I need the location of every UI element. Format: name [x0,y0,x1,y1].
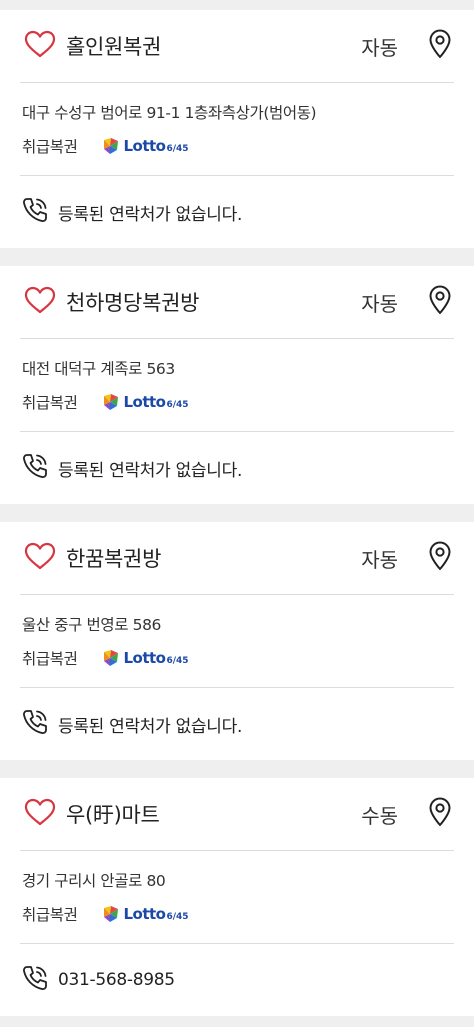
phone-icon [20,707,58,741]
store-info: 울산 중구 번영로 586 취급복권 Lotto 6/45 [0,595,474,687]
store-mode: 자동 [361,35,398,60]
store-header: 우(旴)마트 수동 [0,778,474,850]
map-pin-icon[interactable] [428,541,452,575]
store-address: 경기 구리시 안골로 80 [22,872,166,890]
store-name: 홀인원복권 [66,35,162,59]
store-list: 홀인원복권 자동 대구 수성구 범어로 91-1 1층좌측상가(범어동) 취급복… [0,10,474,1016]
store-mode: 수동 [361,803,398,828]
store-card: 천하명당복권방 자동 대전 대덕구 계족로 563 취급복권 Lotto 6/45… [0,266,474,504]
heart-icon[interactable] [24,286,66,318]
store-name: 천하명당복권방 [66,291,200,315]
lottery-type-row: 취급복권 Lotto 6/45 [22,390,452,414]
heart-icon[interactable] [24,30,66,62]
lotto-number: 6/45 [166,144,189,154]
phone-icon [20,963,58,997]
contact-text: 031-568-8985 [58,970,175,990]
store-card: 한꿈복권방 자동 울산 중구 번영로 586 취급복권 Lotto 6/45 등록… [0,522,474,760]
map-pin-icon[interactable] [428,29,452,63]
heart-icon[interactable] [24,798,66,830]
lotto-logo: Lotto 6/45 [101,904,189,924]
store-card: 우(旴)마트 수동 경기 구리시 안골로 80 취급복권 Lotto 6/45 0… [0,778,474,1016]
lotto-word: Lotto [123,649,166,667]
lottery-type-label: 취급복권 [22,650,78,668]
lotto-word: Lotto [123,393,166,411]
store-header: 홀인원복권 자동 [0,10,474,82]
store-address: 울산 중구 번영로 586 [22,616,161,634]
lottery-type-row: 취급복권 Lotto 6/45 [22,134,452,158]
store-mode: 자동 [361,291,398,316]
store-contact[interactable]: 등록된 연락처가 없습니다. [0,432,474,504]
contact-text: 등록된 연락처가 없습니다. [58,460,243,481]
lottery-type-row: 취급복권 Lotto 6/45 [22,902,452,926]
lotto-number: 6/45 [166,656,189,666]
store-header: 천하명당복권방 자동 [0,266,474,338]
store-name: 우(旴)마트 [66,803,160,827]
lotto-number: 6/45 [166,400,189,410]
contact-text: 등록된 연락처가 없습니다. [58,716,243,737]
heart-icon[interactable] [24,542,66,574]
store-info: 대전 대덕구 계족로 563 취급복권 Lotto 6/45 [0,339,474,431]
lottery-type-label: 취급복권 [22,138,78,156]
lottery-type-row: 취급복권 Lotto 6/45 [22,646,452,670]
lottery-type-label: 취급복권 [22,394,78,412]
contact-text: 등록된 연락처가 없습니다. [58,204,243,225]
map-pin-icon[interactable] [428,797,452,831]
lotto-logo: Lotto 6/45 [101,392,189,412]
phone-icon [20,195,58,229]
store-contact[interactable]: 등록된 연락처가 없습니다. [0,176,474,248]
lotto-number: 6/45 [166,912,189,922]
store-card: 홀인원복권 자동 대구 수성구 범어로 91-1 1층좌측상가(범어동) 취급복… [0,10,474,248]
phone-icon [20,451,58,485]
store-contact[interactable]: 031-568-8985 [0,944,474,1016]
lotto-word: Lotto [123,137,166,155]
store-mode: 자동 [361,547,398,572]
store-address: 대구 수성구 범어로 91-1 1층좌측상가(범어동) [22,104,317,122]
store-name: 한꿈복권방 [66,547,162,571]
lotto-logo: Lotto 6/45 [101,136,189,156]
lotto-logo: Lotto 6/45 [101,648,189,668]
map-pin-icon[interactable] [428,285,452,319]
store-info: 경기 구리시 안골로 80 취급복권 Lotto 6/45 [0,851,474,943]
store-info: 대구 수성구 범어로 91-1 1층좌측상가(범어동) 취급복권 Lotto 6/… [0,83,474,175]
store-contact[interactable]: 등록된 연락처가 없습니다. [0,688,474,760]
store-address: 대전 대덕구 계족로 563 [22,360,175,378]
lottery-type-label: 취급복권 [22,906,78,924]
lotto-word: Lotto [123,905,166,923]
store-header: 한꿈복권방 자동 [0,522,474,594]
